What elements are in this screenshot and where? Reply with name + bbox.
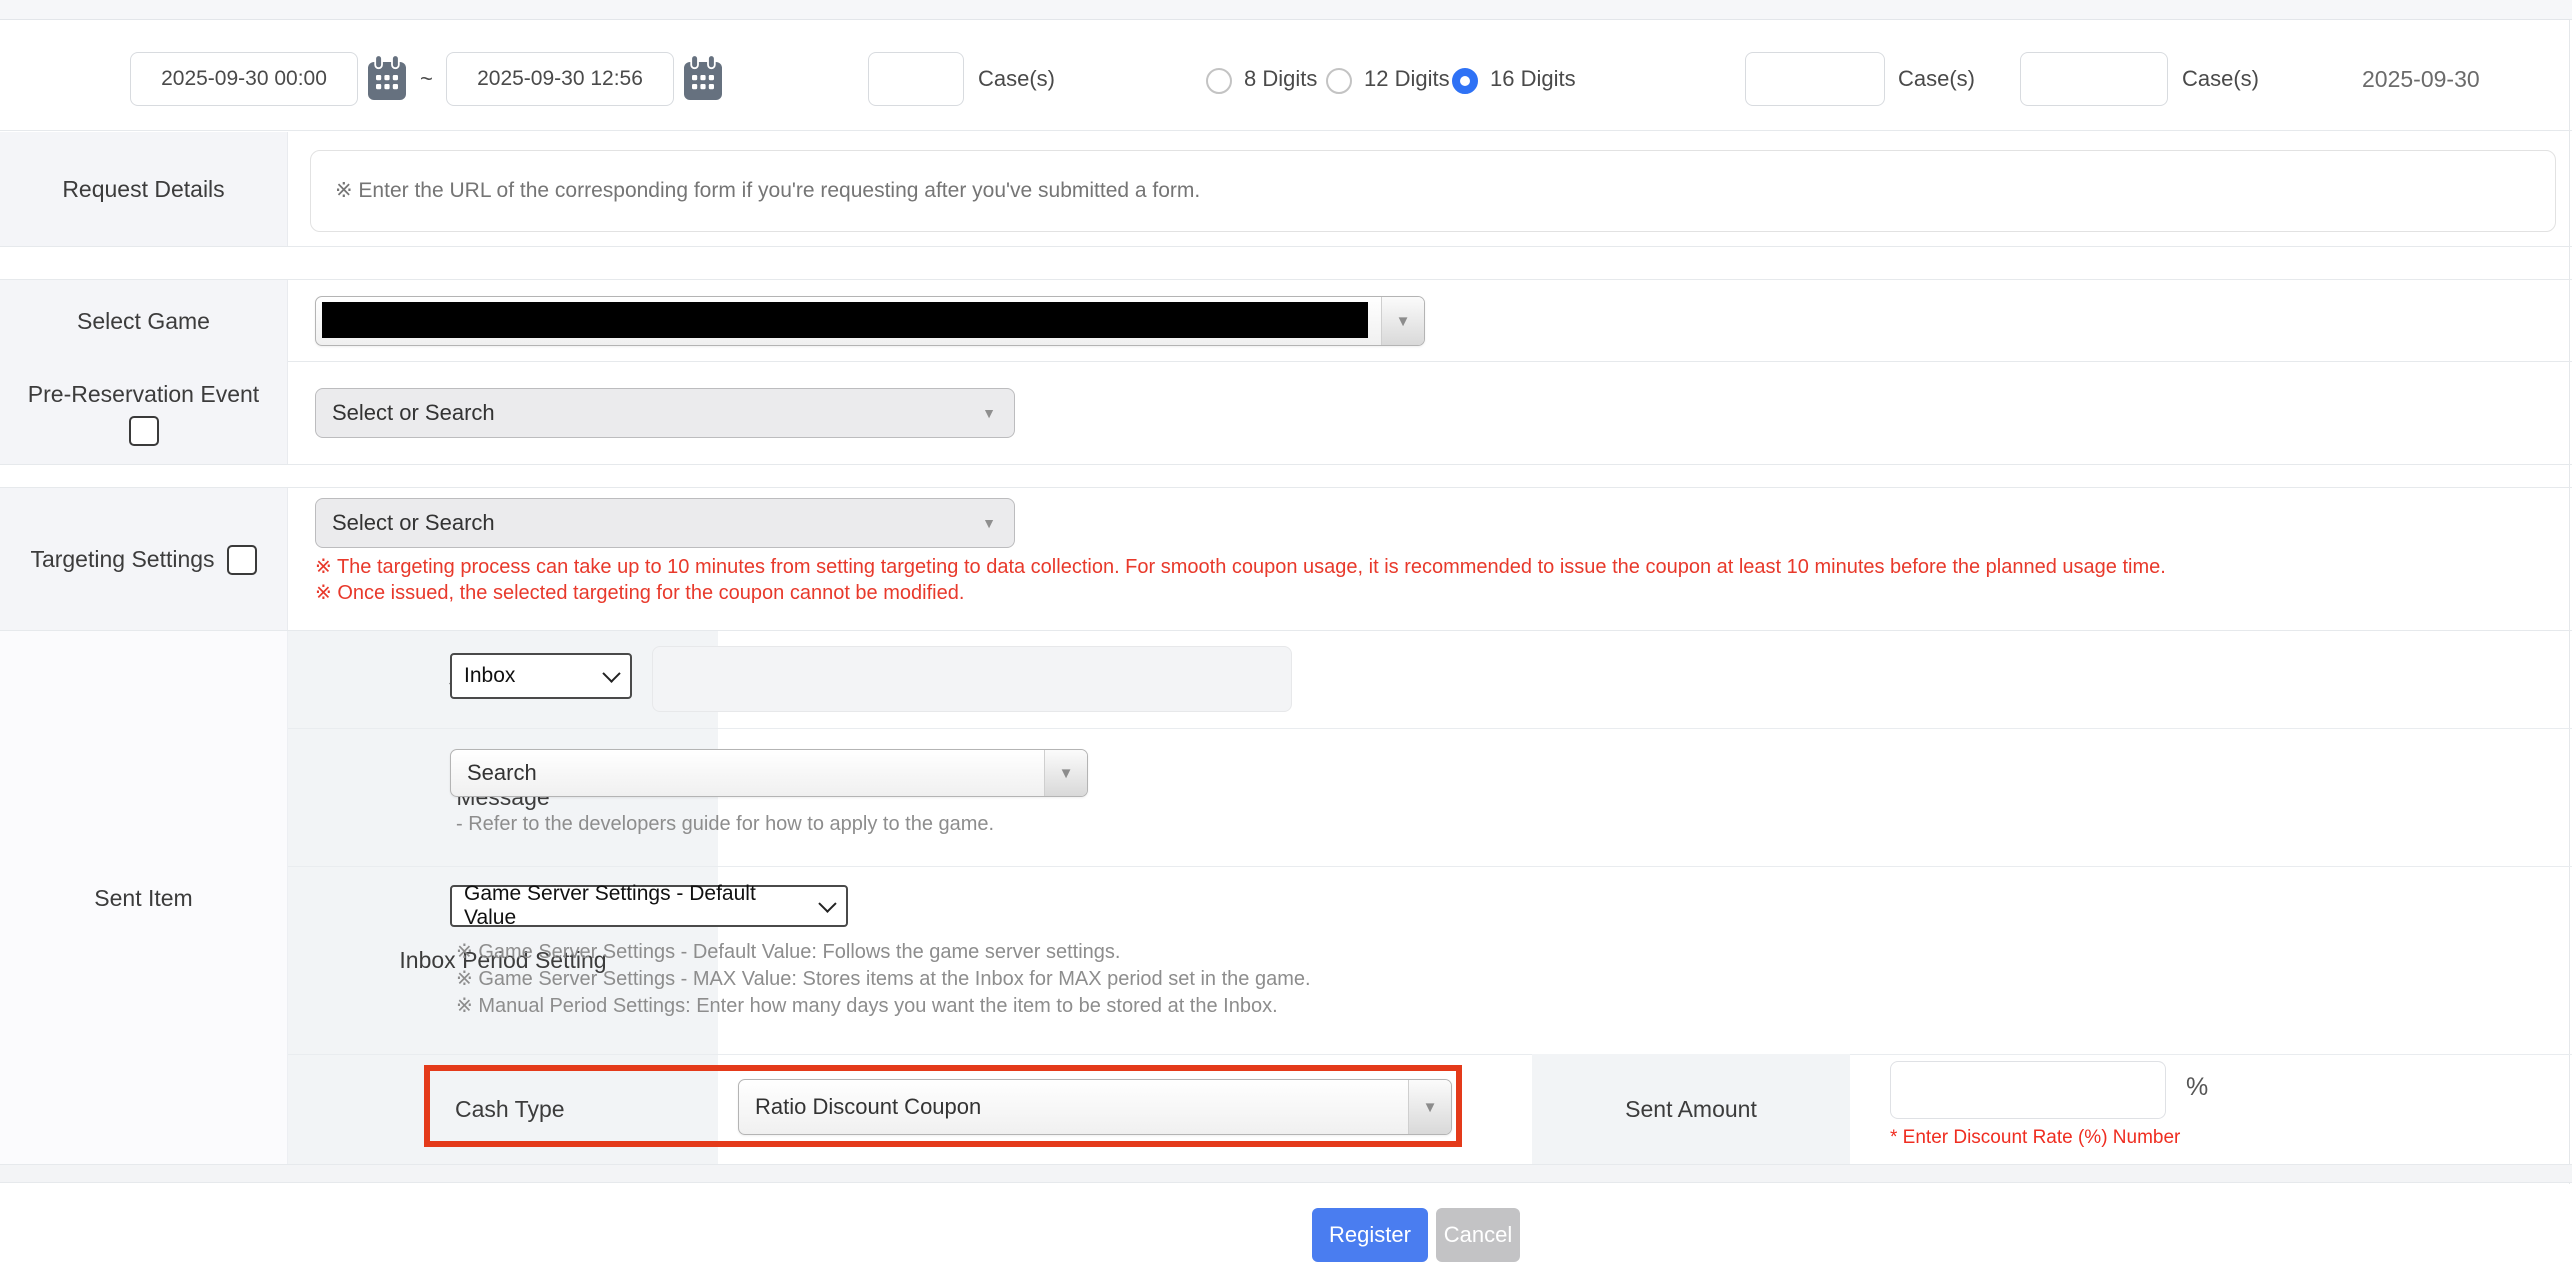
end-datetime-input[interactable] — [446, 52, 674, 106]
sent-amount-label-cell: Sent Amount — [1532, 1054, 1850, 1165]
sent-item-label-cell: Sent Item — [0, 631, 288, 1165]
calendar-icon[interactable] — [366, 54, 408, 102]
radio-12-digits[interactable] — [1326, 68, 1352, 94]
send-type-value: Inbox — [464, 664, 515, 688]
request-details-input[interactable] — [310, 150, 2556, 232]
select-game-row: Select Game ▼ — [0, 279, 2572, 362]
cases-unit-label: Case(s) — [1898, 66, 1975, 92]
chevron-down-icon: ▼ — [982, 515, 1014, 531]
inbox-period-hint-2: ※ Game Server Settings - MAX Value: Stor… — [456, 966, 1311, 991]
targeting-checkbox[interactable] — [227, 545, 257, 575]
select-game-label: Select Game — [0, 280, 288, 362]
request-details-label-text: Request Details — [62, 176, 224, 203]
current-date: 2025-09-30 — [2362, 66, 2480, 93]
radio-12-digits-label[interactable]: 12 Digits — [1364, 66, 1450, 92]
quantity-input[interactable] — [2020, 52, 2168, 106]
date-range-separator: ~ — [420, 66, 433, 92]
sent-amount-input[interactable] — [1890, 1061, 2166, 1119]
inbox-period-value: Game Server Settings - Default Value — [464, 882, 807, 930]
quantity-input[interactable] — [1745, 52, 1885, 106]
radio-8-digits-label[interactable]: 8 Digits — [1244, 66, 1317, 92]
quantity-input[interactable] — [868, 52, 964, 106]
chevron-down-icon: ▼ — [1044, 750, 1087, 796]
chevron-down-icon: ▼ — [982, 405, 1014, 421]
request-details-row: Request Details — [0, 132, 2572, 247]
message-dropdown[interactable]: Search ▼ — [450, 749, 1088, 797]
message-hint: - Refer to the developers guide for how … — [456, 813, 994, 836]
chevron-down-icon — [818, 894, 836, 912]
targeting-row: Targeting Settings Select or Search ▼ ※ … — [0, 487, 2572, 630]
inbox-period-hint-1: ※ Game Server Settings - Default Value: … — [456, 939, 1120, 964]
start-datetime-input[interactable] — [130, 52, 358, 106]
percent-unit: % — [2186, 1073, 2208, 1102]
calendar-icon[interactable] — [682, 54, 724, 102]
sent-amount-label-text: Sent Amount — [1625, 1096, 1757, 1123]
targeting-dropdown[interactable]: Select or Search ▼ — [315, 498, 1015, 548]
register-button[interactable]: Register — [1312, 1208, 1428, 1262]
coupon-request-form: ~ Case(s) 8 Digits 12 Digits 16 Digits C… — [0, 0, 2572, 1272]
chevron-down-icon: ▼ — [1408, 1080, 1451, 1134]
request-details-label: Request Details — [0, 132, 288, 246]
send-type-disabled-input — [652, 646, 1292, 712]
targeting-label: Targeting Settings — [0, 488, 288, 631]
send-type-select[interactable]: Inbox — [450, 653, 632, 699]
sent-amount-note: * Enter Discount Rate (%) Number — [1890, 1127, 2180, 1149]
schedule-row: ~ Case(s) 8 Digits 12 Digits 16 Digits C… — [0, 20, 2572, 131]
cash-type-label-text: Cash Type — [455, 1096, 565, 1123]
inbox-period-select[interactable]: Game Server Settings - Default Value — [450, 885, 848, 927]
targeting-warning-2: ※ Once issued, the selected targeting fo… — [315, 580, 2545, 605]
inbox-period-hint-3: ※ Manual Period Settings: Enter how many… — [456, 993, 1278, 1018]
top-partial-strip — [0, 0, 2572, 20]
radio-16-digits[interactable] — [1452, 68, 1478, 94]
section-bottom-band — [0, 1164, 2572, 1183]
targeting-warning-1: ※ The targeting process can take up to 1… — [315, 554, 2545, 579]
cash-type-dropdown[interactable]: Ratio Discount Coupon ▼ — [738, 1079, 1452, 1135]
select-game-label-text: Select Game — [77, 308, 210, 335]
chevron-down-icon: ▼ — [1381, 297, 1424, 345]
radio-16-digits-label[interactable]: 16 Digits — [1490, 66, 1576, 92]
message-dropdown-value: Search — [451, 760, 537, 786]
pre-reservation-label-text: Pre-Reservation Event — [28, 381, 259, 408]
pre-reservation-dropdown[interactable]: Select or Search ▼ — [315, 388, 1015, 438]
targeting-dropdown-value: Select or Search — [316, 510, 495, 536]
radio-8-digits[interactable] — [1206, 68, 1232, 94]
pre-reservation-checkbox[interactable] — [129, 416, 159, 446]
chevron-down-icon — [602, 664, 620, 682]
cancel-button[interactable]: Cancel — [1436, 1208, 1520, 1262]
targeting-label-text: Targeting Settings — [30, 546, 214, 573]
pre-reservation-row: Pre-Reservation Event Select or Search ▼ — [0, 362, 2572, 465]
redaction-bar — [322, 302, 1368, 338]
cash-type-dropdown-value: Ratio Discount Coupon — [739, 1094, 981, 1120]
cash-type-label: Cash Type — [455, 1054, 565, 1165]
pre-reservation-dropdown-value: Select or Search — [316, 400, 495, 426]
sent-item-section: Sent Item Send Type Inbox Message Search… — [0, 630, 2572, 1164]
pre-reservation-label: Pre-Reservation Event — [0, 362, 288, 464]
cases-unit-label: Case(s) — [978, 66, 1055, 92]
sent-item-label-text: Sent Item — [94, 885, 192, 912]
cases-unit-label: Case(s) — [2182, 66, 2259, 92]
divider — [288, 1054, 2572, 1055]
